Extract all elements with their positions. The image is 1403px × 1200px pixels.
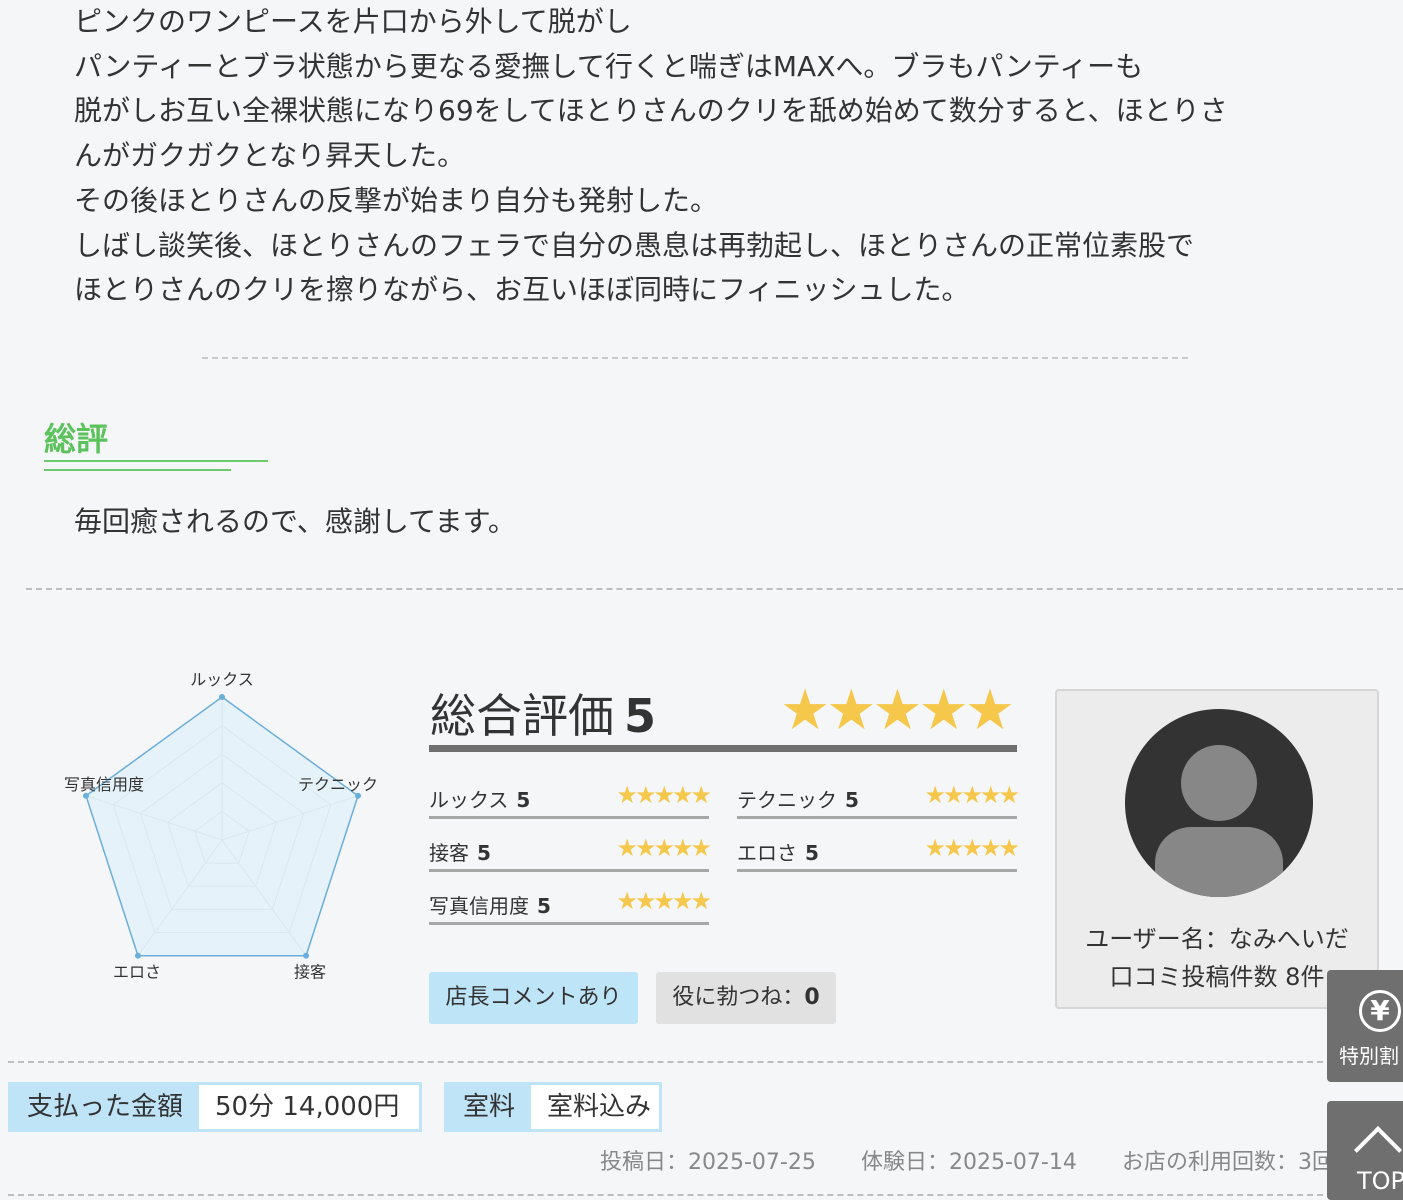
helpful-button[interactable]: 役に勃つね：0 (656, 972, 836, 1024)
reviewer-name: ユーザー名：なみへいだ (1085, 925, 1349, 953)
radar-chart: ルックステクニック接客 エロさ 写真信用度 (64, 670, 378, 982)
radar-area (85, 696, 359, 957)
special-discount-label: 特別割 (1339, 1044, 1399, 1068)
radar-point (134, 952, 141, 959)
rating-label: テクニック (737, 788, 837, 812)
posted-date: 投稿日：2025-07-25 (600, 1150, 816, 1175)
room-fee-label: 室料 (447, 1085, 532, 1129)
paid-amount: 支払った金額 50分 14,000円 (8, 1082, 422, 1132)
overall-rating-score: 5 (624, 689, 657, 743)
review-line: ほとりさんのクリを擦りながら、お互いほぼ同時にフィニッシュした。 (74, 273, 970, 307)
radar-axis-label: 接客 (294, 963, 326, 982)
rating-looks: ルックス 5 ★★★★★ (429, 781, 712, 819)
rating-score: 5 (516, 788, 531, 812)
radar-axis-label: 写真信用度 (64, 775, 144, 794)
star-icons: ★★★★★ (616, 781, 712, 809)
overall-rating-label: 総合評価 (430, 689, 614, 743)
review-line: 脱がしお互い全裸状態になり69をしてほとりさんのクリを舐め始めて数分すると、ほと… (74, 94, 1228, 128)
rating-score: 5 (477, 841, 491, 865)
experience-date: 体験日：2025-07-14 (861, 1150, 1077, 1175)
review-line: しばし談笑後、ほとりさんのフェラで自分の愚息は再勃起し、ほとりさんの正常位素股で (74, 228, 1195, 262)
user-avatar-icon (1125, 709, 1313, 897)
rating-photo-trust: 写真信用度 5 ★★★★★ (429, 887, 712, 925)
overall-rating: 総合評価 5 (430, 680, 656, 746)
summary-text: 毎回癒されるので、感謝してます。 (74, 505, 516, 538)
review-line: んがガクガクとなり昇天した。 (74, 139, 466, 173)
summary-heading: 総評 (44, 420, 109, 458)
heading-underline (44, 469, 231, 471)
star-icons: ★★★★★ (616, 887, 712, 915)
overall-divider (429, 745, 1017, 752)
review-line: パンティーとブラ状態から更なる愛撫して行くと喘ぎはMAXへ。ブラもパンティーも (74, 49, 1144, 83)
overall-star-icons: ★★★★★ (780, 678, 1015, 743)
star-icons: ★★★★★ (924, 834, 1020, 862)
reviewer-card[interactable]: ユーザー名：なみへいだ 口コミ投稿件数 8件 (1055, 689, 1379, 1009)
radar-axis-label: エロさ (113, 963, 161, 982)
rating-label: 写真信用度 (429, 894, 529, 918)
paid-amount-label: 支払った金額 (11, 1085, 200, 1129)
rating-score: 5 (805, 841, 819, 865)
back-to-top-label: TOP (1357, 1167, 1403, 1195)
section-divider (202, 357, 1188, 359)
rating-eroticism: エロさ 5 ★★★★★ (737, 834, 1020, 872)
room-fee-value: 室料込み (547, 1092, 652, 1122)
rating-service: 接客 5 ★★★★★ (429, 834, 712, 872)
radar-point (219, 694, 225, 700)
rating-score: 5 (845, 788, 859, 812)
paid-amount-value: 50分 14,000円 (215, 1092, 400, 1122)
rating-label: 接客 (429, 841, 469, 865)
review-body: ピンクのワンピースを片口から外して脱がし パンティーとブラ状態から更なる愛撫して… (74, 0, 1334, 313)
special-discount-button[interactable]: ¥ 特別割 (1327, 970, 1403, 1082)
section-divider (26, 588, 1403, 590)
back-to-top-button[interactable]: TOP (1327, 1101, 1403, 1200)
radar-axis-label: ルックス (190, 670, 254, 689)
section-divider (8, 1194, 1403, 1196)
yen-icon: ¥ (1359, 990, 1401, 1032)
review-line: ピンクのワンピースを片口から外して脱がし (74, 5, 632, 38)
room-fee: 室料 室料込み (444, 1082, 662, 1132)
helpful-count: 0 (804, 985, 820, 1010)
heading-underline (44, 460, 268, 462)
review-line: その後ほとりさんの反撃が始まり自分も発射した。 (74, 183, 719, 217)
radar-point (303, 952, 310, 959)
helpful-label: 役に勃つね： (672, 985, 805, 1010)
section-divider (8, 1061, 1403, 1063)
rating-label: エロさ (737, 841, 797, 865)
rating-technique: テクニック 5 ★★★★★ (737, 781, 1020, 819)
rating-label: ルックス (429, 788, 509, 812)
manager-comment-button[interactable]: 店長コメントあり (429, 972, 638, 1024)
star-icons: ★★★★★ (616, 834, 712, 862)
rating-score: 5 (537, 894, 551, 918)
star-icons: ★★★★★ (924, 781, 1020, 809)
radar-axis-label: テクニック (298, 775, 378, 794)
